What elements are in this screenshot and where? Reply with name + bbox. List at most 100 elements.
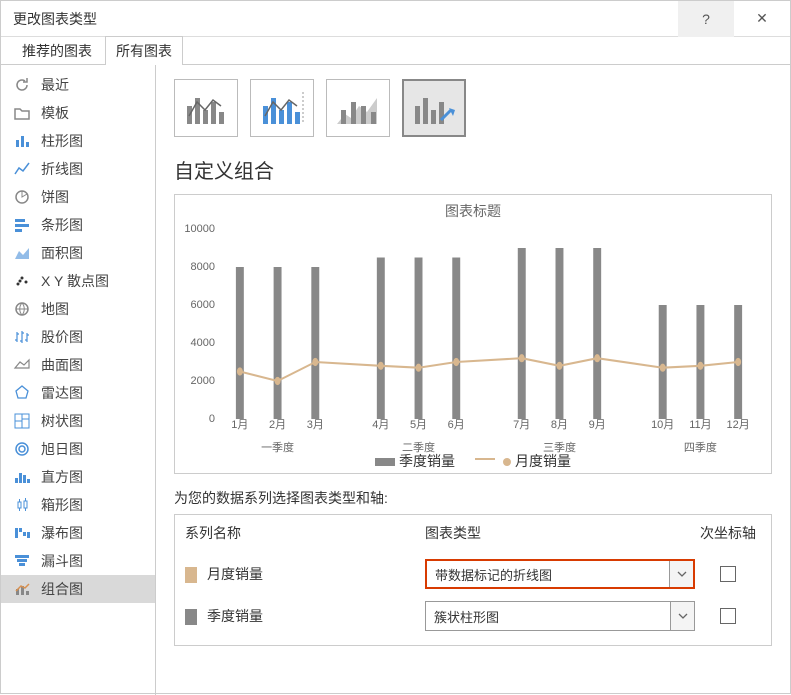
sidebar-item-label: 最近 (41, 75, 69, 95)
sidebar-item-label: 漏斗图 (41, 551, 83, 571)
tab-bar: 推荐的图表 所有图表 (1, 37, 790, 65)
sidebar-item-treemap[interactable]: 树状图 (1, 407, 155, 435)
globe-icon (13, 300, 31, 318)
help-button[interactable]: ? (678, 1, 734, 37)
sidebar-item-label: 瀑布图 (41, 523, 83, 543)
secondary-axis-checkbox[interactable] (720, 566, 736, 582)
chevron-down-icon (669, 561, 693, 587)
header-chart-type: 图表类型 (425, 523, 695, 543)
series-table: 系列名称 图表类型 次坐标轴 月度销量 带数据标记的折线图 季度销量 簇状柱形图 (174, 514, 772, 646)
sidebar-item-label: 树状图 (41, 411, 83, 431)
sidebar-item-label: 直方图 (41, 467, 83, 487)
chart-type-dropdown[interactable]: 簇状柱形图 (425, 601, 695, 631)
sidebar-item-waterfall[interactable]: 瀑布图 (1, 519, 155, 547)
sidebar-item-label: 面积图 (41, 243, 83, 263)
sidebar-item-label: 柱形图 (41, 131, 83, 151)
sidebar-item-label: 雷达图 (41, 383, 83, 403)
column-chart-icon (13, 132, 31, 150)
chevron-down-icon (670, 602, 694, 630)
sidebar-item-line[interactable]: 折线图 (1, 155, 155, 183)
plot-area (221, 229, 757, 419)
chart-subtype-row (174, 79, 772, 137)
sidebar-item-label: 股价图 (41, 327, 83, 347)
series-name-cell: 季度销量 (185, 606, 425, 626)
subtype-combo-custom[interactable] (402, 79, 466, 137)
sidebar-item-combo[interactable]: 组合图 (1, 575, 155, 603)
tab-recommended[interactable]: 推荐的图表 (11, 36, 103, 65)
dropdown-value: 簇状柱形图 (426, 607, 670, 626)
sidebar-item-recent[interactable]: 最近 (1, 71, 155, 99)
sunburst-icon (13, 440, 31, 458)
subtype-combo-3[interactable] (326, 79, 390, 137)
legend-item: 季度销量 (375, 451, 455, 471)
combo-chart-icon (13, 580, 31, 598)
funnel-icon (13, 552, 31, 570)
sidebar-item-label: 曲面图 (41, 355, 83, 375)
sidebar-item-area[interactable]: 面积图 (1, 239, 155, 267)
box-plot-icon (13, 496, 31, 514)
titlebar: 更改图表类型 ? ✕ (1, 1, 790, 37)
sidebar: 最近 模板 柱形图 折线图 饼图 条形图 面积图 X Y 散点图 地图 股价图 … (1, 65, 156, 695)
header-series-name: 系列名称 (185, 523, 425, 543)
sidebar-item-label: 旭日图 (41, 439, 83, 459)
sidebar-item-label: 饼图 (41, 187, 69, 207)
sidebar-item-label: 箱形图 (41, 495, 83, 515)
radar-icon (13, 384, 31, 402)
sidebar-item-templates[interactable]: 模板 (1, 99, 155, 127)
sidebar-item-scatter[interactable]: X Y 散点图 (1, 267, 155, 295)
chart-type-dropdown[interactable]: 带数据标记的折线图 (425, 559, 695, 589)
sidebar-item-column[interactable]: 柱形图 (1, 127, 155, 155)
series-swatch-icon (185, 567, 197, 583)
subtype-combo-2[interactable] (250, 79, 314, 137)
sidebar-item-label: 地图 (41, 299, 69, 319)
chart-title: 图表标题 (175, 195, 771, 221)
sidebar-item-label: X Y 散点图 (41, 271, 109, 291)
area-chart-icon (13, 244, 31, 262)
bar-chart-icon (13, 216, 31, 234)
surface-icon (13, 356, 31, 374)
sidebar-item-label: 组合图 (41, 579, 83, 599)
y-axis: 0200040006000800010000 (175, 229, 219, 419)
sidebar-item-label: 条形图 (41, 215, 83, 235)
sidebar-item-box[interactable]: 箱形图 (1, 491, 155, 519)
series-table-header: 系列名称 图表类型 次坐标轴 (185, 523, 761, 543)
sidebar-item-stock[interactable]: 股价图 (1, 323, 155, 351)
treemap-icon (13, 412, 31, 430)
sidebar-item-surface[interactable]: 曲面图 (1, 351, 155, 379)
series-row: 季度销量 簇状柱形图 (185, 595, 761, 637)
sidebar-item-sunburst[interactable]: 旭日图 (1, 435, 155, 463)
series-swatch-icon (185, 609, 197, 625)
sidebar-item-radar[interactable]: 雷达图 (1, 379, 155, 407)
legend-label: 月度销量 (515, 453, 571, 469)
chart-preview: 图表标题 0200040006000800010000 1月2月3月一季度4月5… (174, 194, 772, 474)
histogram-icon (13, 468, 31, 486)
line-chart-icon (13, 160, 31, 178)
legend: 季度销量 月度销量 (175, 451, 771, 471)
sidebar-item-map[interactable]: 地图 (1, 295, 155, 323)
series-prompt: 为您的数据系列选择图表类型和轴: (174, 488, 772, 508)
sidebar-item-funnel[interactable]: 漏斗图 (1, 547, 155, 575)
legend-marker-icon (503, 458, 511, 466)
recent-icon (13, 76, 31, 94)
header-secondary-axis: 次坐标轴 (695, 523, 761, 543)
scatter-icon (13, 272, 31, 290)
sidebar-item-pie[interactable]: 饼图 (1, 183, 155, 211)
stock-icon (13, 328, 31, 346)
section-title: 自定义组合 (174, 155, 772, 184)
series-name-cell: 月度销量 (185, 564, 425, 584)
secondary-axis-checkbox[interactable] (720, 608, 736, 624)
window-title: 更改图表类型 (13, 9, 678, 29)
main-area: 最近 模板 柱形图 折线图 饼图 条形图 面积图 X Y 散点图 地图 股价图 … (1, 65, 790, 695)
series-row: 月度销量 带数据标记的折线图 (185, 553, 761, 595)
sidebar-item-bar[interactable]: 条形图 (1, 211, 155, 239)
sidebar-item-label: 模板 (41, 103, 69, 123)
subtype-combo-1[interactable] (174, 79, 238, 137)
sidebar-item-label: 折线图 (41, 159, 83, 179)
content-area: 自定义组合 图表标题 0200040006000800010000 1月2月3月… (156, 65, 790, 695)
series-name: 月度销量 (207, 566, 263, 582)
tab-all[interactable]: 所有图表 (105, 36, 183, 65)
close-button[interactable]: ✕ (734, 1, 790, 37)
dropdown-value: 带数据标记的折线图 (427, 565, 669, 584)
waterfall-icon (13, 524, 31, 542)
sidebar-item-histogram[interactable]: 直方图 (1, 463, 155, 491)
